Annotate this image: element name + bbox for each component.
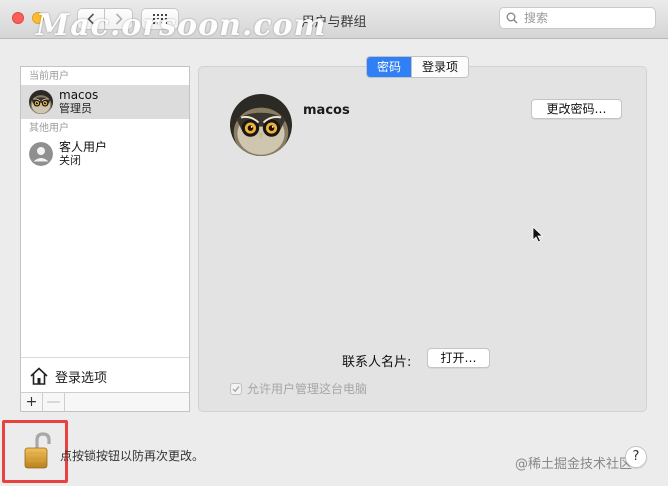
unlocked-padlock-icon[interactable] bbox=[20, 431, 56, 471]
remove-user-button[interactable]: — bbox=[43, 393, 65, 411]
title-bar: 用户与群组 Mac.orsoon.com bbox=[0, 0, 668, 43]
tab-login-items[interactable]: 登录项 bbox=[411, 57, 469, 77]
user-row-guest[interactable]: 客人用户 关闭 bbox=[21, 137, 189, 171]
help-button[interactable]: ? bbox=[625, 446, 647, 468]
user-list: 当前用户 macos 管理员 其他用户 客人用户 关闭 登录选项 + — bbox=[20, 66, 190, 412]
tab-control: 密码 登录项 bbox=[366, 56, 470, 78]
change-password-button[interactable]: 更改密码… bbox=[531, 99, 622, 119]
login-options-label: 登录选项 bbox=[55, 370, 108, 386]
house-icon bbox=[30, 367, 48, 385]
tab-password[interactable]: 密码 bbox=[367, 57, 412, 77]
user-status: 关闭 bbox=[59, 154, 81, 167]
login-options-item[interactable]: 登录选项 bbox=[21, 357, 189, 394]
allow-admin-checkbox-row[interactable]: 允许用户管理这台电脑 bbox=[230, 380, 367, 397]
contact-card-label: 联系人名片: bbox=[342, 355, 412, 370]
users-groups-window: 用户与群组 Mac.orsoon.com 当前用户 macos 管理员 其他用户 bbox=[0, 0, 668, 486]
mouse-pointer-icon bbox=[532, 226, 544, 243]
search-field[interactable] bbox=[499, 7, 656, 29]
owl-avatar-icon bbox=[230, 94, 292, 156]
open-contact-button[interactable]: 打开… bbox=[427, 348, 490, 368]
avatar bbox=[29, 142, 53, 166]
search-icon bbox=[506, 12, 518, 24]
user-avatar-large[interactable] bbox=[230, 94, 292, 156]
checkmark-icon bbox=[232, 385, 240, 392]
lock-hint-text: 点按锁按钮以防再次更改。 bbox=[60, 449, 205, 463]
current-users-header: 当前用户 bbox=[29, 71, 69, 82]
user-name: macos bbox=[59, 88, 99, 102]
allow-admin-checkbox[interactable] bbox=[230, 382, 242, 395]
search-input[interactable] bbox=[522, 10, 646, 26]
list-footer: + — bbox=[21, 392, 189, 411]
add-user-button[interactable]: + bbox=[21, 393, 43, 411]
juejin-watermark: @稀土掘金技术社区 bbox=[515, 457, 633, 472]
other-users-header: 其他用户 bbox=[29, 123, 69, 134]
allow-admin-label: 允许用户管理这台电脑 bbox=[247, 382, 368, 396]
user-row-macos[interactable]: macos 管理员 bbox=[21, 85, 189, 119]
user-role: 管理员 bbox=[59, 102, 92, 115]
user-name: 客人用户 bbox=[59, 140, 108, 154]
avatar bbox=[29, 90, 53, 114]
owl-avatar-icon bbox=[29, 90, 53, 114]
detail-user-name: macos bbox=[303, 103, 350, 118]
site-watermark-overlay: Mac.orsoon.com bbox=[36, 8, 327, 43]
guest-user-icon bbox=[29, 142, 53, 166]
